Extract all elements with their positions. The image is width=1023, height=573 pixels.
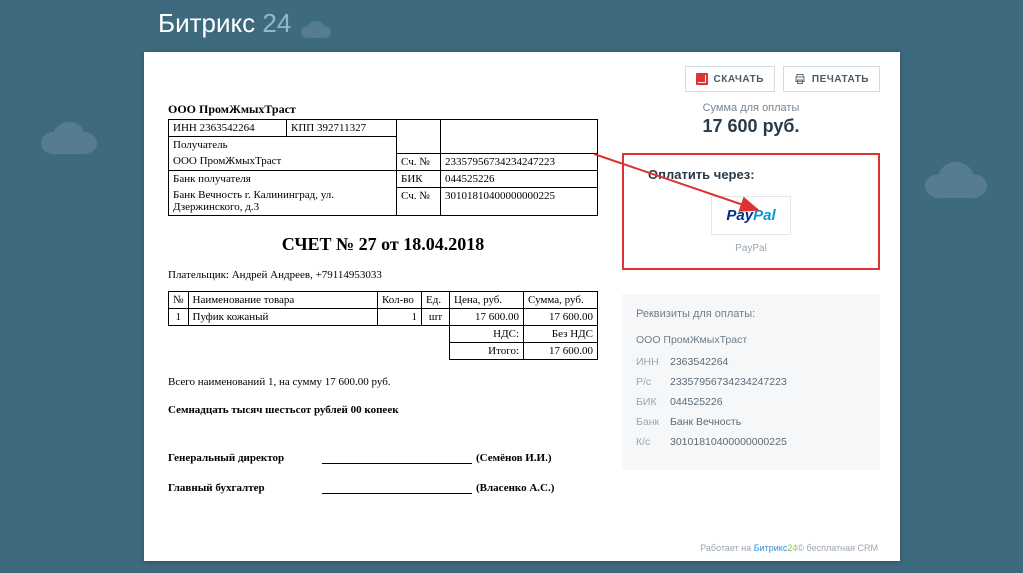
acct-label: Сч. № [397,153,441,170]
brand-header: Битрикс 24 [0,0,1023,51]
req-org: ООО ПромЖмыхТраст [636,334,866,346]
col-unit: Ед. [422,292,450,309]
action-row: СКАЧАТЬ ПЕЧАТАТЬ [168,66,880,92]
director-role: Генеральный директор [168,452,318,464]
col-num: № [169,292,189,309]
accountant-name: (Власенко А.С.) [476,482,554,494]
footer: Работает на Битрикс24© бесплатная CRM [700,543,878,553]
acct-value: 23357956734234247223 [441,153,598,170]
bank-acct-value: 30101810400000000225 [441,187,598,216]
bik-label: БИК [397,170,441,187]
table-row: 1 Пуфик кожаный 1 шт 17 600.00 17 600.00 [169,309,598,326]
sidebar: Сумма для оплаты 17 600 руб. Оплатить че… [622,102,880,512]
col-price: Цена, руб. [450,292,524,309]
org-name: ООО ПромЖмыхТраст [168,102,598,117]
recipient-label: Получатель [169,137,397,154]
cloud-decoration [40,120,120,164]
director-name: (Семёнов И.И.) [476,452,552,464]
brand-part2: 24 [262,8,291,38]
signature-line [322,463,472,464]
org-details-table: ИНН 2363542264 КПП 392711327 Получатель … [168,119,598,216]
total-label: Итого: [450,343,524,360]
inn-cell: ИНН 2363542264 [169,120,287,137]
signatures: Генеральный директор (Семёнов И.И.) Глав… [168,452,598,494]
vat-label: НДС: [450,326,524,343]
print-label: ПЕЧАТАТЬ [812,74,869,85]
vat-value: Без НДС [524,326,598,343]
bank-acct-label: Сч. № [397,187,441,216]
kpp-cell: КПП 392711327 [287,120,397,137]
summary-line: Всего наименований 1, на сумму 17 600.00… [168,376,598,388]
recipient-name: ООО ПромЖмыхТраст [169,153,397,170]
col-sum: Сумма, руб. [524,292,598,309]
payer-line: Плательщик: Андрей Андреев, +79114953033 [168,269,598,281]
download-button[interactable]: СКАЧАТЬ [685,66,775,92]
brand-part1: Битрикс [158,8,255,38]
bank-name: Банк Вечность г. Калининград, ул. Дзержи… [169,187,397,216]
sum-label: Сумма для оплаты [622,102,880,114]
print-icon [794,73,806,85]
req-title: Реквизиты для оплаты: [636,308,866,320]
signature-line [322,493,472,494]
download-label: СКАЧАТЬ [714,74,764,85]
print-button[interactable]: ПЕЧАТАТЬ [783,66,880,92]
pdf-icon [696,73,708,85]
bank-label: Банк получателя [169,170,397,187]
bik-value: 044525226 [441,170,598,187]
invoice-title: СЧЕТ № 27 от 18.04.2018 [168,234,598,255]
invoice-document: ООО ПромЖмыхТраст ИНН 2363542264 КПП 392… [168,102,598,512]
col-name: Наименование товара [188,292,378,309]
col-qty: Кол-во [378,292,422,309]
paypal-button[interactable]: PayPal [711,196,790,235]
payment-box: Оплатить через: PayPal PayPal [622,153,880,270]
cloud-decoration [300,20,346,46]
sum-value: 17 600 руб. [622,116,880,137]
cloud-decoration [923,160,1013,210]
invoice-sheet: СКАЧАТЬ ПЕЧАТАТЬ ООО ПромЖмыхТраст ИНН 2… [144,52,900,561]
summary-words: Семнадцать тысяч шестьсот рублей 00 копе… [168,404,598,416]
accountant-role: Главный бухгалтер [168,482,318,494]
pay-title: Оплатить через: [634,167,868,182]
footer-brand-link[interactable]: Битрикс24 [754,543,798,553]
items-table: № Наименование товара Кол-во Ед. Цена, р… [168,291,598,360]
requisites-box: Реквизиты для оплаты: ООО ПромЖмыхТраст … [622,294,880,470]
total-value: 17 600.00 [524,343,598,360]
paypal-caption: PayPal [634,243,868,254]
